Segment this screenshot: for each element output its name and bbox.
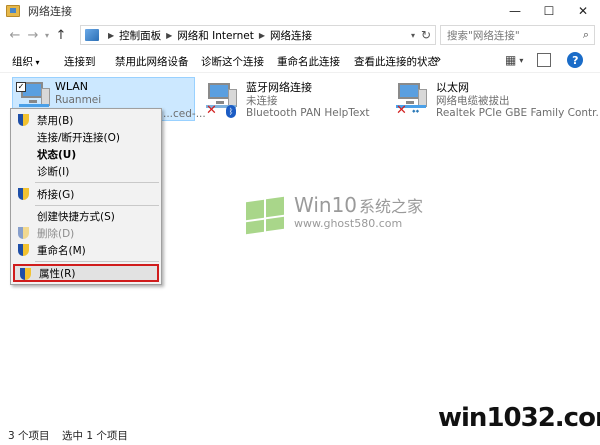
more-commands-button[interactable]: » [434, 52, 441, 66]
breadcrumb-separator-icon: ▶ [166, 30, 173, 40]
up-arrow-icon[interactable]: ↑ [52, 25, 70, 45]
refresh-icon[interactable]: ↻ [421, 28, 431, 42]
view-controls: ▦ ▾ ? [505, 52, 584, 68]
command-toolbar: 组织 连接到 禁用此网络设备 诊断这个连接 重命名此连接 查看此连接的状态 » … [0, 49, 600, 73]
disconnected-x-icon: ✕ [396, 103, 407, 118]
help-icon[interactable]: ? [567, 52, 584, 68]
item-count: 3 个项目 [8, 430, 50, 442]
connection-device: ...ced-... [163, 108, 206, 120]
breadcrumb-network-connections[interactable]: 网络连接 [270, 28, 312, 43]
disconnected-x-icon: ✕ [206, 103, 217, 118]
network-folder-icon [6, 5, 20, 17]
menu-separator [35, 205, 159, 206]
status-bar: 3 个项目 选中 1 个项目 [0, 426, 600, 445]
control-panel-icon [85, 29, 99, 41]
uac-shield-icon [18, 114, 29, 126]
search-input[interactable]: 搜索"网络连接" ⌕ [440, 25, 595, 45]
selection-checkbox[interactable]: ✓ [16, 82, 26, 92]
menu-item-rename[interactable]: 重命名(M) [11, 242, 161, 258]
uac-shield-icon [20, 268, 31, 280]
menu-item-properties[interactable]: 属性(R) [13, 264, 159, 282]
menu-item-bridge[interactable]: 桥接(G) [11, 186, 161, 202]
title-bar: 网络连接 — ☐ ✕ [0, 0, 600, 22]
selected-count: 选中 1 个项目 [62, 430, 128, 442]
uac-shield-icon [18, 244, 29, 256]
connection-status: 未连接 [246, 95, 278, 107]
menu-item-delete: 删除(D) [11, 225, 161, 241]
menu-separator [35, 261, 159, 262]
window-title: 网络连接 [28, 5, 72, 18]
menu-item-connect[interactable]: 连接/断开连接(O) [11, 129, 161, 145]
menu-item-disable[interactable]: 禁用(B) [11, 112, 161, 128]
search-icon[interactable]: ⌕ [583, 28, 589, 42]
address-input[interactable]: ▶ 控制面板 ▶ 网络和 Internet ▶ 网络连接 ▾ ↻ [80, 25, 436, 45]
recent-chevron-icon[interactable]: ▾ [42, 25, 52, 45]
organize-button[interactable]: 组织 [12, 54, 40, 69]
uac-shield-icon [18, 227, 29, 239]
menu-item-diagnose[interactable]: 诊断(I) [11, 163, 161, 179]
disable-device-button[interactable]: 禁用此网络设备 [115, 54, 189, 69]
view-status-button[interactable]: 查看此连接的状态 [354, 54, 438, 69]
address-bar-row: ← → ▾ ↑ ▶ 控制面板 ▶ 网络和 Internet ▶ 网络连接 ▾ ↻… [0, 22, 600, 48]
connection-status: 网络电缆被拔出 [436, 95, 510, 107]
back-arrow-icon[interactable]: ← [6, 25, 24, 45]
menu-item-status[interactable]: 状态(U) [11, 146, 161, 162]
view-options-icon[interactable]: ▦ [505, 53, 516, 67]
context-menu: 禁用(B) 连接/断开连接(O) 状态(U) 诊断(I) 桥接(G) 创建快捷方… [10, 108, 162, 285]
connection-item-bluetooth[interactable]: ✕ ᛒ 蓝牙网络连接 未连接 Bluetooth PAN HelpText [204, 77, 374, 121]
rename-button[interactable]: 重命名此连接 [277, 54, 340, 69]
connection-device: Realtek PCIe GBE Family Contr... [436, 107, 600, 119]
connection-device: Bluetooth PAN HelpText [246, 107, 370, 119]
menu-item-shortcut[interactable]: 创建快捷方式(S) [11, 208, 161, 224]
connect-to-button[interactable]: 连接到 [64, 54, 96, 69]
ethernet-adapter-icon: ⬩⬩ [412, 106, 420, 117]
connection-name: WLAN [55, 80, 89, 93]
uac-shield-icon [18, 188, 29, 200]
win10-logo-icon [244, 195, 288, 235]
breadcrumb-separator-icon: ▶ [258, 30, 265, 40]
close-button[interactable]: ✕ [566, 0, 600, 22]
view-dropdown-icon[interactable]: ▾ [519, 56, 523, 65]
window-controls: — ☐ ✕ [498, 0, 600, 22]
maximize-button[interactable]: ☐ [532, 0, 566, 22]
breadcrumb-control-panel[interactable]: 控制面板 [119, 28, 161, 43]
diagnose-button[interactable]: 诊断这个连接 [201, 54, 264, 69]
address-dropdown-icon[interactable]: ▾ [411, 31, 415, 40]
breadcrumb-separator-icon: ▶ [108, 30, 115, 40]
preview-pane-icon[interactable] [537, 53, 552, 67]
breadcrumb-network-internet[interactable]: 网络和 Internet [177, 28, 254, 43]
watermark-title: Win10 系统之家 [294, 193, 424, 217]
bluetooth-icon: ᛒ [226, 105, 236, 118]
minimize-button[interactable]: — [498, 0, 532, 22]
menu-separator [35, 182, 159, 183]
search-placeholder: 搜索"网络连接" [447, 29, 520, 42]
forward-arrow-icon[interactable]: → [24, 25, 42, 45]
connection-item-ethernet[interactable]: ✕ ⬩⬩ 以太网 网络电缆被拔出 Realtek PCIe GBE Family… [394, 77, 600, 121]
watermark-url: www.ghost580.com [294, 217, 403, 230]
connection-status: Ruanmei [55, 94, 102, 106]
